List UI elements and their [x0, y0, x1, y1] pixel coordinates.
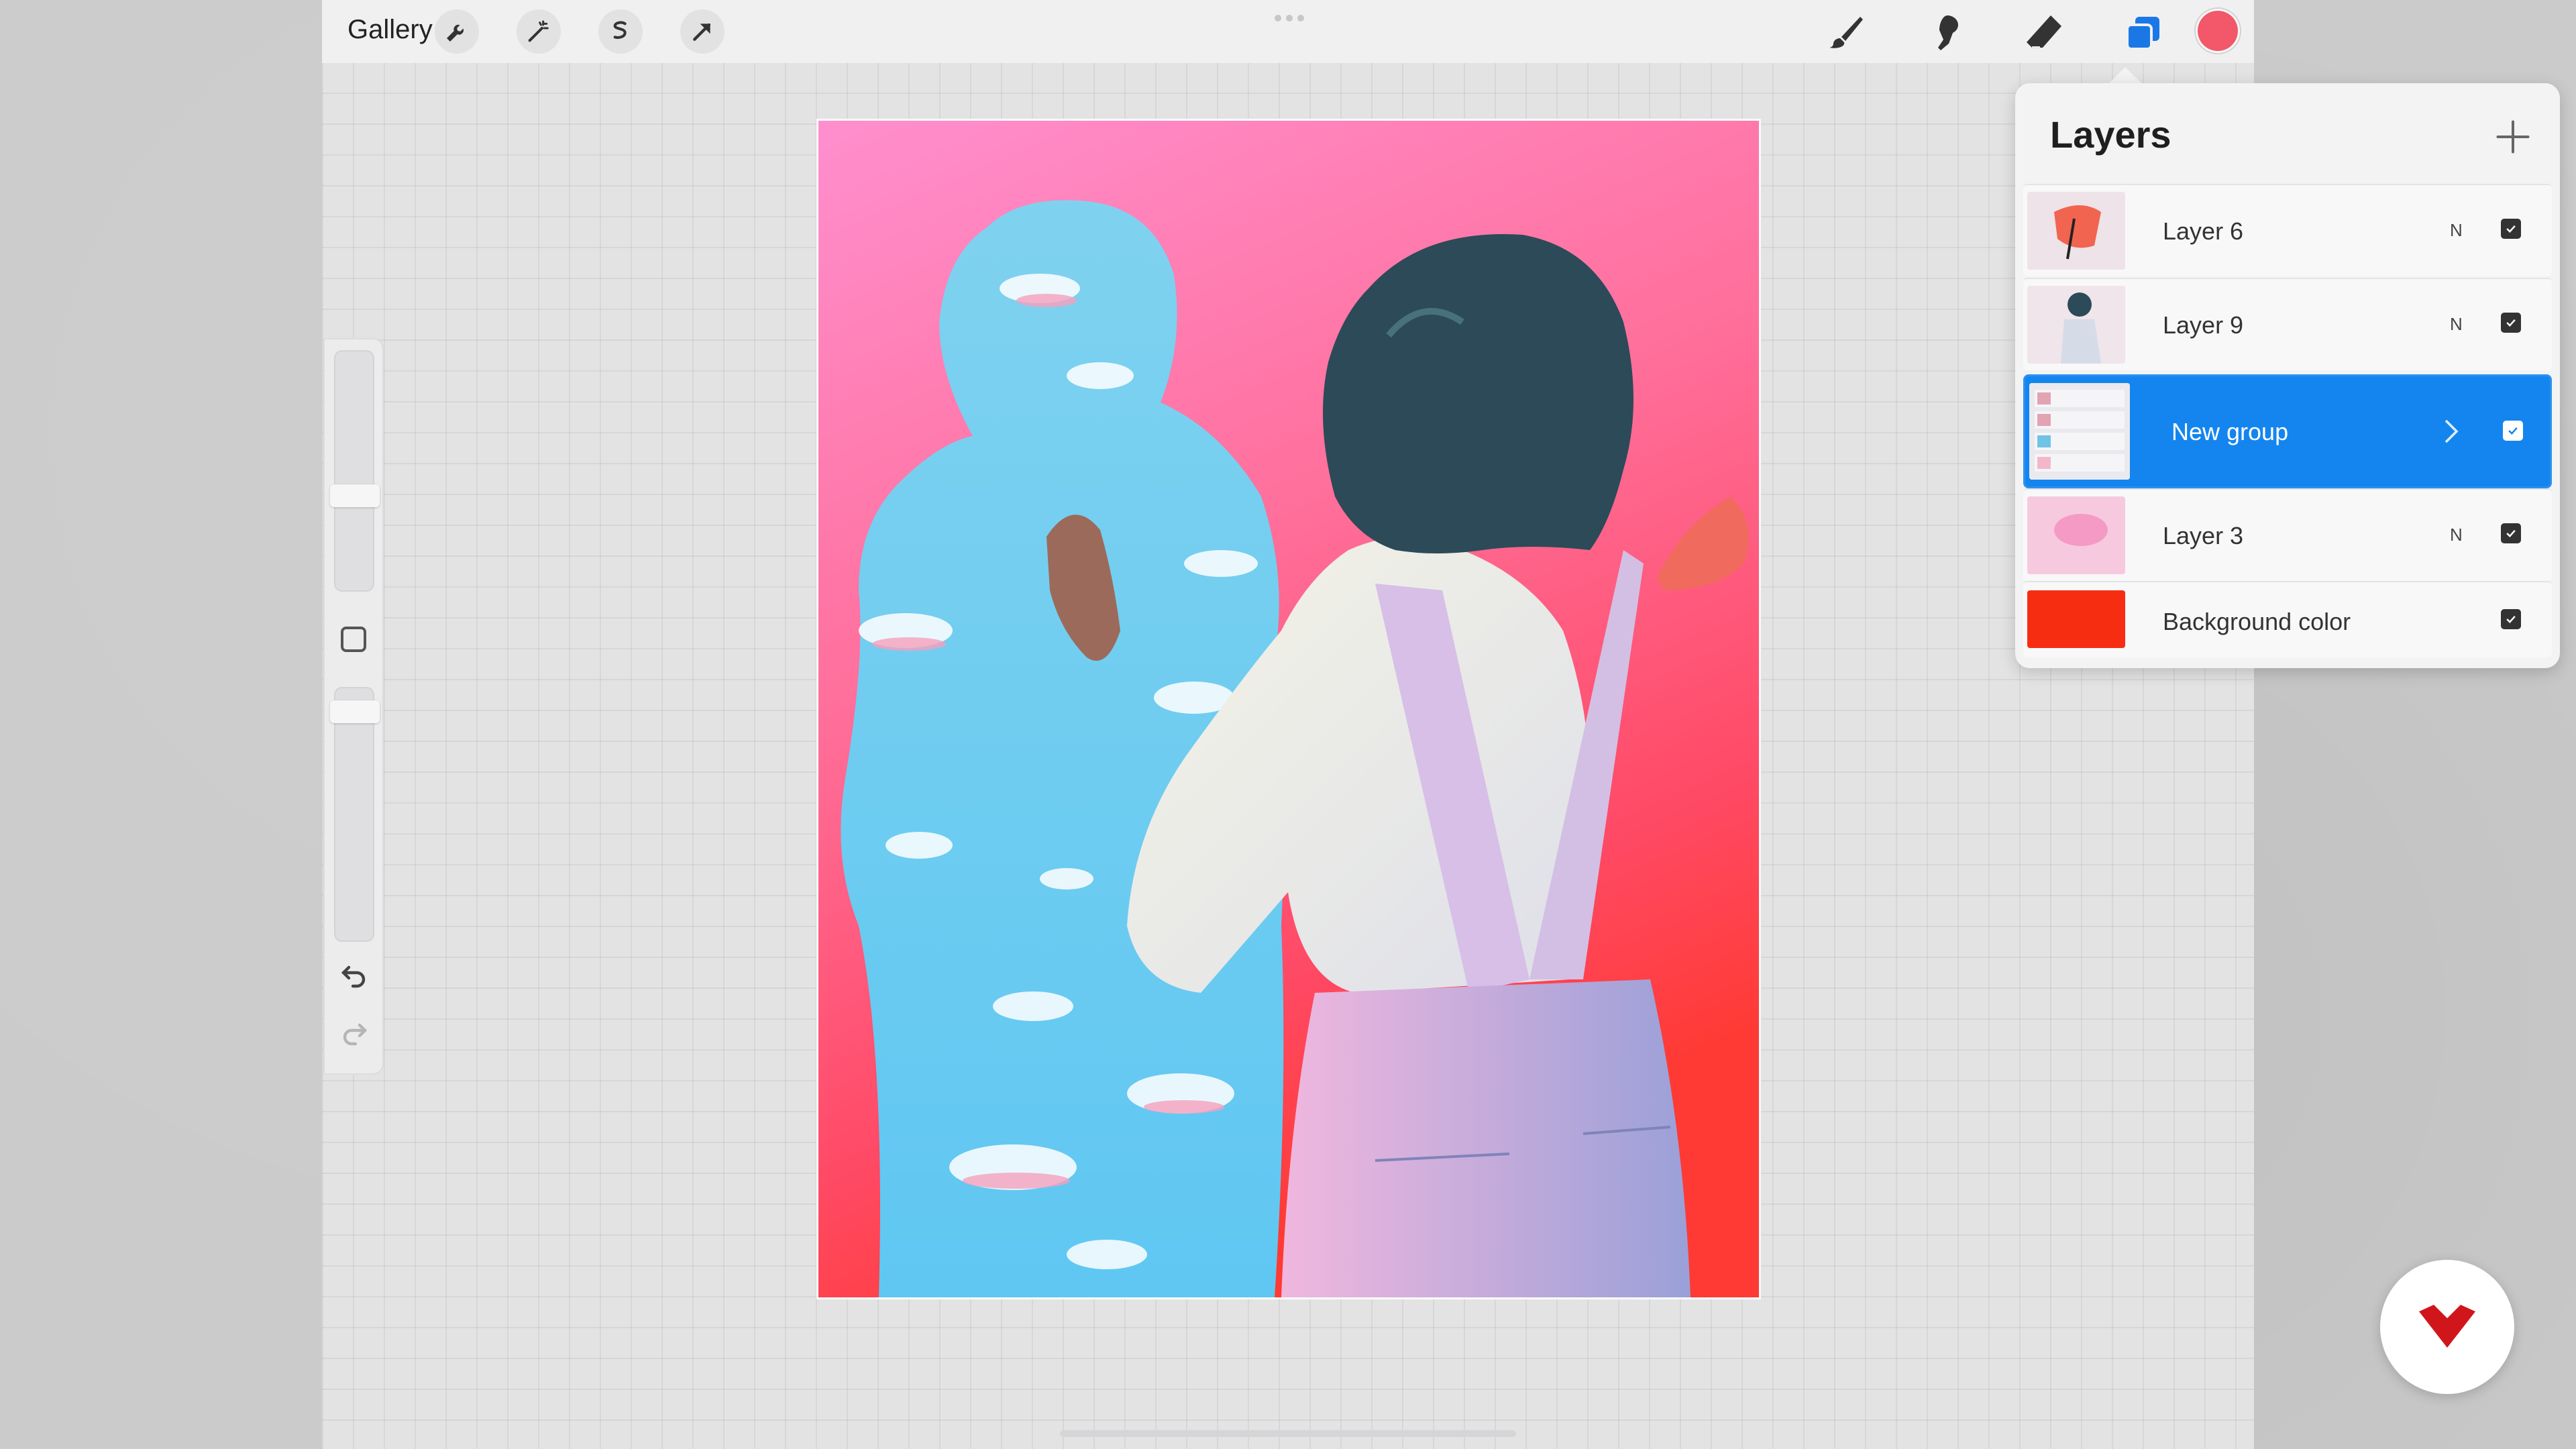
eraser-icon[interactable]: [2021, 9, 2068, 56]
layer-thumbnail: [2027, 286, 2125, 364]
undo-icon[interactable]: [338, 959, 370, 991]
background-color-swatch[interactable]: [2027, 590, 2125, 648]
visibility-checkbox[interactable]: [2501, 523, 2521, 543]
panel-pointer: [2108, 67, 2143, 85]
pants: [1281, 979, 1690, 1297]
wrench-icon[interactable]: [435, 9, 479, 54]
color-picker-button[interactable]: [2198, 11, 2238, 51]
selection-icon[interactable]: [598, 9, 643, 54]
group-thumbnail: [2029, 383, 2130, 480]
layer-row-new-group[interactable]: New group: [2023, 374, 2552, 488]
layer-name: Layer 9: [2163, 311, 2244, 339]
layer-name: Background color: [2163, 608, 2351, 635]
layer-row-layer-9[interactable]: Layer 9 N: [2023, 278, 2552, 370]
layer-thumbnail: [2027, 496, 2125, 574]
gallery-button[interactable]: Gallery: [347, 15, 433, 45]
brand-logo-icon: [2419, 1305, 2475, 1348]
layer-name: New group: [2171, 418, 2289, 445]
layers-panel: Layers Layer 6 N Layer 9 N New group Lay…: [2015, 83, 2560, 668]
home-indicator[interactable]: [1060, 1430, 1516, 1437]
brush-icon[interactable]: [1822, 9, 1869, 56]
smudge-icon[interactable]: [1921, 9, 1968, 56]
transform-arrow-icon[interactable]: [680, 9, 724, 54]
layer-name: Layer 6: [2163, 217, 2244, 245]
procreate-app: Gallery Layers Layer 6 N Layer 9 N New g…: [322, 0, 2560, 1449]
artwork-illustration: [818, 121, 1759, 1297]
layers-icon[interactable]: [2120, 9, 2167, 56]
drawing-canvas[interactable]: [818, 121, 1759, 1297]
layer-name: Layer 3: [2163, 522, 2244, 549]
magic-wand-icon[interactable]: [517, 9, 561, 54]
layer-row-background-color[interactable]: Background color: [2023, 581, 2552, 657]
redo-icon[interactable]: [338, 1017, 370, 1049]
blend-mode-button[interactable]: N: [2450, 314, 2463, 335]
blend-mode-button[interactable]: N: [2450, 525, 2463, 545]
top-toolbar: Gallery: [322, 0, 2254, 63]
opacity-thumb[interactable]: [330, 700, 380, 723]
layer-thumbnail: [2027, 192, 2125, 270]
brand-logo-badge: [2380, 1260, 2514, 1394]
layers-title: Layers: [2050, 113, 2171, 156]
layer-row-layer-3[interactable]: Layer 3 N: [2023, 488, 2552, 581]
visibility-checkbox[interactable]: [2501, 219, 2521, 239]
visibility-checkbox[interactable]: [2503, 421, 2523, 441]
modify-button[interactable]: [341, 627, 366, 652]
opacity-slider[interactable]: [334, 687, 374, 942]
visibility-checkbox[interactable]: [2501, 313, 2521, 333]
visibility-checkbox[interactable]: [2501, 609, 2521, 629]
plus-icon[interactable]: [2493, 117, 2533, 157]
brush-size-slider[interactable]: [334, 350, 374, 592]
layer-row-layer-6[interactable]: Layer 6 N: [2023, 184, 2552, 276]
blend-mode-button[interactable]: N: [2450, 220, 2463, 241]
chevron-right-icon[interactable]: [2441, 418, 2461, 445]
left-sidebar: [325, 339, 382, 1073]
brush-size-thumb[interactable]: [330, 484, 380, 507]
top-grabber[interactable]: [1275, 15, 1304, 21]
